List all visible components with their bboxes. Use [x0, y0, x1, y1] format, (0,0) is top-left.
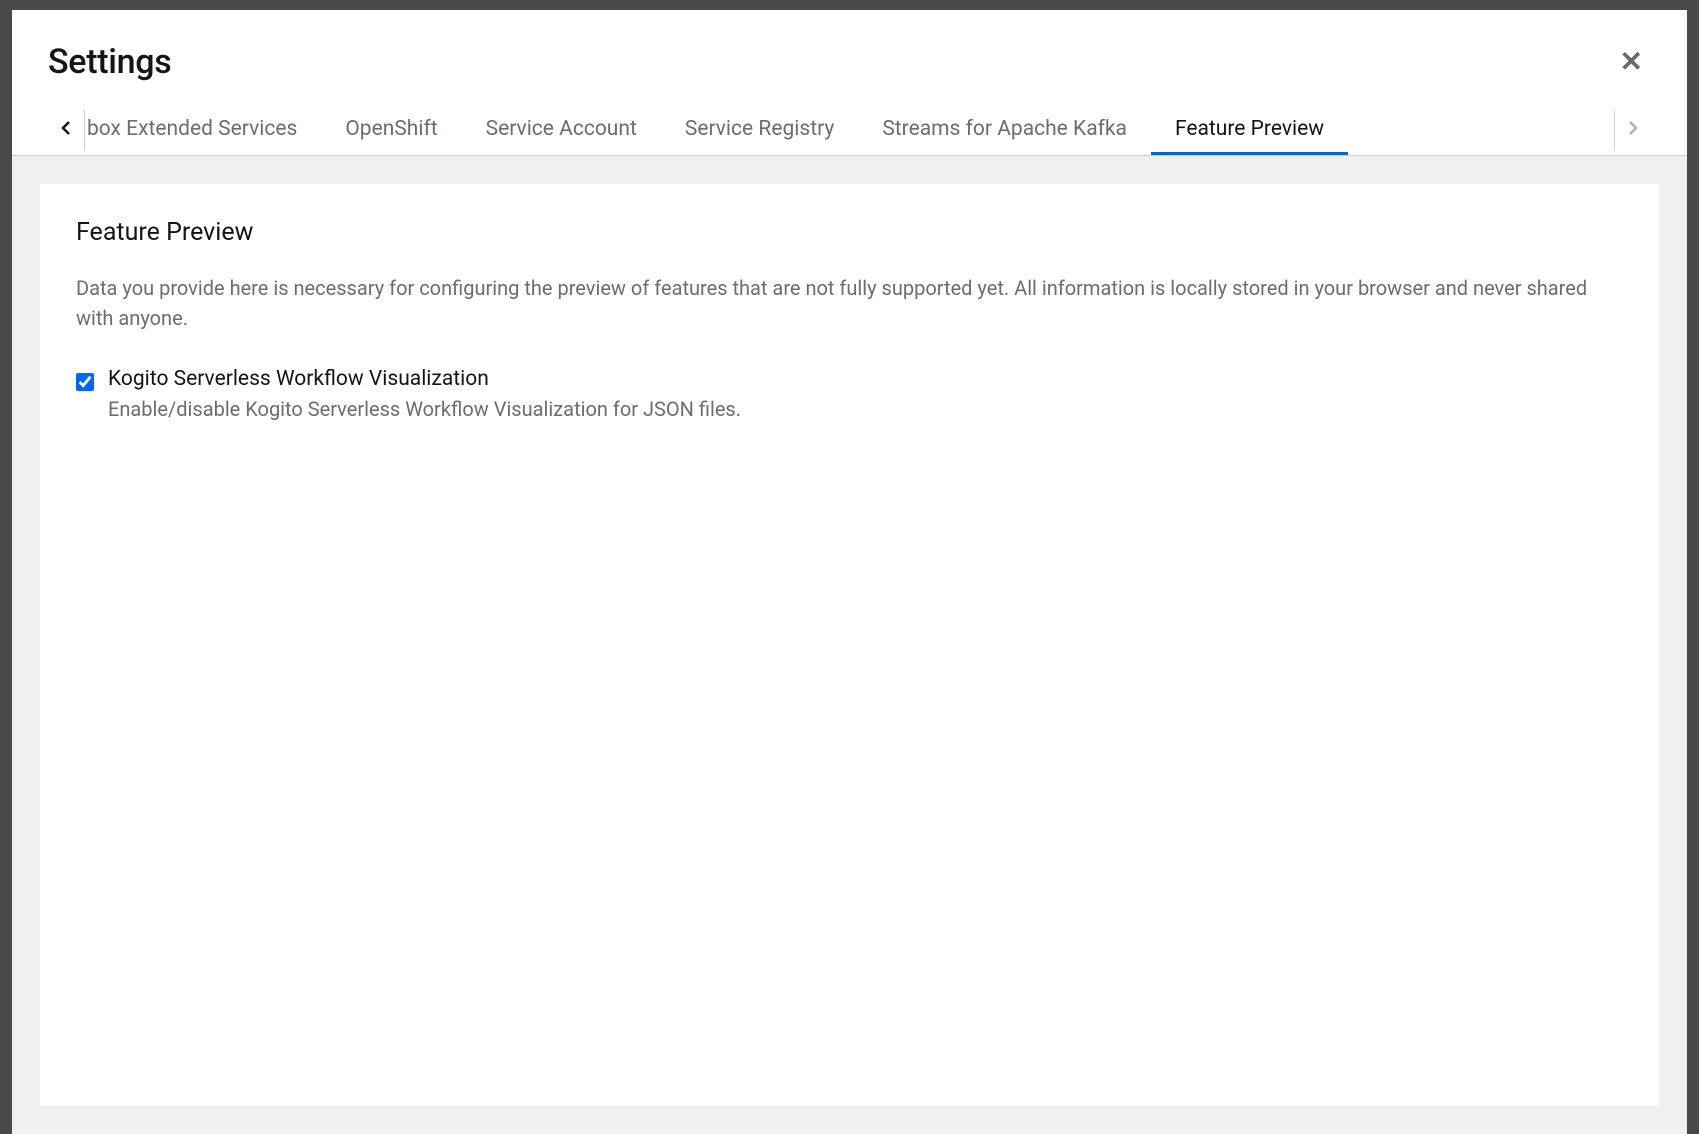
modal-header: Settings ✕	[12, 10, 1687, 106]
tab-feature-preview[interactable]: Feature Preview	[1151, 106, 1348, 155]
tab-service-account[interactable]: Service Account	[462, 106, 661, 155]
content-area: Feature Preview Data you provide here is…	[12, 156, 1687, 1134]
panel-title: Feature Preview	[76, 218, 1623, 247]
settings-modal: Settings ✕ box Extended Services OpenShi…	[12, 10, 1687, 1134]
panel-description: Data you provide here is necessary for c…	[76, 273, 1623, 333]
feature-preview-panel: Feature Preview Data you provide here is…	[40, 184, 1659, 1106]
feature-checkbox-kogito[interactable]	[76, 373, 94, 391]
tab-openshift[interactable]: OpenShift	[321, 106, 461, 155]
tab-scroll-left-button[interactable]	[48, 106, 84, 155]
close-button[interactable]: ✕	[1612, 44, 1651, 80]
tab-scroll-right-button[interactable]	[1615, 106, 1651, 155]
tab-streams-kafka[interactable]: Streams for Apache Kafka	[858, 106, 1151, 155]
feature-label[interactable]: Kogito Serverless Workflow Visualization	[108, 367, 1623, 391]
feature-text: Kogito Serverless Workflow Visualization…	[108, 367, 1623, 421]
tab-service-registry[interactable]: Service Registry	[661, 106, 858, 155]
chevron-left-icon	[61, 120, 71, 141]
close-icon: ✕	[1620, 46, 1643, 77]
chevron-right-icon	[1628, 120, 1638, 141]
modal-title: Settings	[48, 42, 171, 82]
tabs-list: box Extended Services OpenShift Service …	[85, 106, 1614, 155]
tabs-container: box Extended Services OpenShift Service …	[12, 106, 1687, 156]
feature-description: Enable/disable Kogito Serverless Workflo…	[108, 397, 1623, 421]
feature-item: Kogito Serverless Workflow Visualization…	[76, 367, 1623, 421]
tab-extended-services[interactable]: box Extended Services	[85, 106, 321, 155]
